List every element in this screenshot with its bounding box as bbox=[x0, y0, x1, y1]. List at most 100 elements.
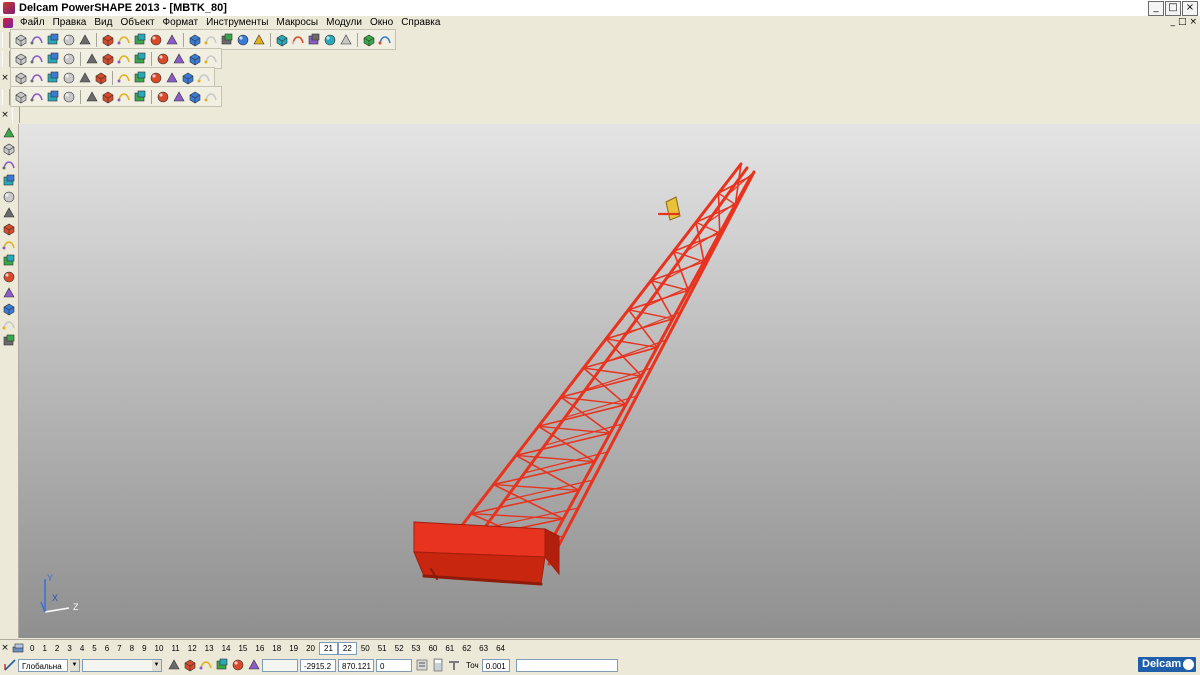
toolbar-grip[interactable] bbox=[2, 31, 10, 48]
doc-minimize-button[interactable]: _ bbox=[1170, 17, 1175, 27]
layer-14[interactable]: 14 bbox=[218, 643, 235, 654]
model-icon[interactable] bbox=[323, 33, 337, 47]
view-top-icon[interactable] bbox=[14, 52, 28, 66]
mesh-icon[interactable] bbox=[14, 90, 28, 104]
cut-icon[interactable] bbox=[101, 33, 115, 47]
toolbar-close-icon[interactable]: × bbox=[0, 110, 10, 120]
layer-62[interactable]: 62 bbox=[458, 643, 475, 654]
axes-icon[interactable] bbox=[236, 33, 250, 47]
units-select[interactable]: ▼ bbox=[82, 658, 162, 672]
print-icon[interactable] bbox=[78, 33, 92, 47]
surface-icon[interactable] bbox=[339, 33, 353, 47]
delete-icon[interactable] bbox=[149, 33, 163, 47]
grid-snap-icon[interactable] bbox=[183, 658, 197, 672]
view-side-icon[interactable] bbox=[46, 52, 60, 66]
box-icon[interactable] bbox=[133, 71, 147, 85]
minimize-button[interactable]: _ bbox=[1148, 1, 1164, 16]
workplane-select[interactable]: Глобальна bbox=[18, 658, 68, 672]
copy-icon[interactable] bbox=[117, 33, 131, 47]
sphere-icon[interactable] bbox=[46, 71, 60, 85]
grid-icon[interactable] bbox=[247, 658, 261, 672]
layer-50[interactable]: 50 bbox=[357, 643, 374, 654]
menu-edit[interactable]: Правка bbox=[49, 16, 91, 30]
menu-file[interactable]: Файл bbox=[16, 16, 49, 30]
graphics-viewport[interactable]: Y X Z bbox=[19, 124, 1200, 638]
surface-icon[interactable] bbox=[94, 71, 108, 85]
layer-8[interactable]: 8 bbox=[126, 643, 138, 654]
warning-icon[interactable] bbox=[2, 174, 16, 188]
layer-13[interactable]: 13 bbox=[201, 643, 218, 654]
toggle-icon[interactable] bbox=[231, 658, 245, 672]
menu-tools[interactable]: Инструменты bbox=[202, 16, 272, 30]
box-snap-icon[interactable] bbox=[199, 658, 213, 672]
solid2-icon[interactable] bbox=[2, 302, 16, 316]
layer-3[interactable]: 3 bbox=[63, 643, 75, 654]
layer-12[interactable]: 12 bbox=[184, 643, 201, 654]
open-icon[interactable] bbox=[30, 33, 44, 47]
list-icon[interactable] bbox=[415, 658, 429, 672]
cone-icon[interactable] bbox=[62, 71, 76, 85]
axis-icon[interactable] bbox=[30, 90, 44, 104]
layer-61[interactable]: 61 bbox=[441, 643, 458, 654]
workplane-icon[interactable] bbox=[3, 658, 17, 672]
coordinate-x-field[interactable]: -2915.2 bbox=[300, 658, 336, 672]
plus-icon[interactable] bbox=[2, 254, 16, 268]
curve-icon[interactable] bbox=[275, 33, 289, 47]
surface-icon[interactable] bbox=[46, 90, 60, 104]
layer-10[interactable]: 10 bbox=[151, 643, 168, 654]
curve-icon[interactable] bbox=[14, 71, 28, 85]
menu-window[interactable]: Окно bbox=[366, 16, 397, 30]
menu-view[interactable]: Вид bbox=[90, 16, 116, 30]
copy-icon[interactable] bbox=[2, 238, 16, 252]
toolbar-close-icon[interactable]: × bbox=[0, 73, 10, 83]
tolerance-icon[interactable] bbox=[447, 658, 461, 672]
box2-icon[interactable] bbox=[101, 90, 115, 104]
snap-icon[interactable] bbox=[167, 658, 181, 672]
zoom-all-icon[interactable] bbox=[117, 52, 131, 66]
layer-16[interactable]: 16 bbox=[251, 643, 268, 654]
layer-20[interactable]: 20 bbox=[302, 643, 319, 654]
fillet-icon[interactable] bbox=[2, 206, 16, 220]
pipe-icon[interactable] bbox=[188, 90, 202, 104]
layer-51[interactable]: 51 bbox=[374, 643, 391, 654]
menu-format[interactable]: Формат bbox=[159, 16, 203, 30]
shaded-icon[interactable] bbox=[156, 52, 170, 66]
layer-7[interactable]: 7 bbox=[113, 643, 125, 654]
redo-icon[interactable] bbox=[188, 33, 202, 47]
layer-63[interactable]: 63 bbox=[475, 643, 492, 654]
cube-icon[interactable] bbox=[62, 90, 76, 104]
torus-icon[interactable] bbox=[165, 71, 179, 85]
menu-help[interactable]: Справка bbox=[397, 16, 444, 30]
dot-icon[interactable] bbox=[2, 158, 16, 172]
globe-icon[interactable] bbox=[133, 52, 147, 66]
toolbar-grip[interactable] bbox=[2, 50, 10, 67]
menu-modules[interactable]: Модули bbox=[322, 16, 366, 30]
layer-2[interactable]: 2 bbox=[51, 643, 63, 654]
shape-icon[interactable] bbox=[307, 33, 321, 47]
save-icon[interactable] bbox=[62, 33, 76, 47]
toolbar-grip[interactable] bbox=[12, 106, 20, 123]
fillet-icon[interactable] bbox=[181, 71, 195, 85]
view-front-icon[interactable] bbox=[30, 52, 44, 66]
tools-icon[interactable] bbox=[378, 33, 392, 47]
layer-manager-icon[interactable] bbox=[11, 641, 25, 655]
layer-19[interactable]: 19 bbox=[285, 643, 302, 654]
layer-4[interactable]: 4 bbox=[76, 643, 88, 654]
line-icon[interactable] bbox=[78, 71, 92, 85]
arrow-icon[interactable] bbox=[172, 90, 186, 104]
solid4-icon[interactable] bbox=[2, 334, 16, 348]
layer-1[interactable]: 1 bbox=[38, 643, 50, 654]
menu-object[interactable]: Объект bbox=[116, 16, 158, 30]
select-icon[interactable] bbox=[220, 33, 234, 47]
doc-restore-button[interactable]: □ bbox=[1178, 17, 1187, 27]
blend-icon[interactable] bbox=[2, 222, 16, 236]
solid-icon[interactable] bbox=[204, 90, 218, 104]
move-icon[interactable] bbox=[2, 270, 16, 284]
solid3-icon[interactable] bbox=[2, 318, 16, 332]
offset-icon[interactable] bbox=[197, 71, 211, 85]
wireframe-icon[interactable] bbox=[172, 52, 186, 66]
solid-icon[interactable] bbox=[362, 33, 376, 47]
save-as-icon[interactable] bbox=[46, 33, 60, 47]
calculator-icon[interactable] bbox=[431, 658, 445, 672]
lattice-icon[interactable] bbox=[156, 90, 170, 104]
